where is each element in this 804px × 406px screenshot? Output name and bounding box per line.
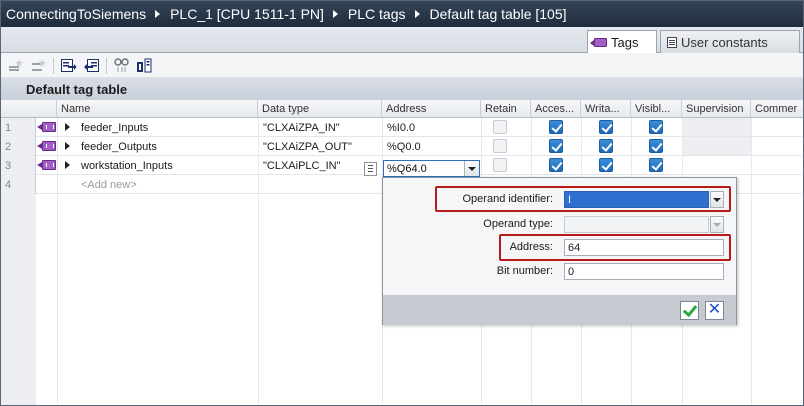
breadcrumb-plc-tags[interactable]: PLC tags [348, 6, 406, 22]
row-number: 1 [0, 118, 36, 137]
tabs-bar: Tags User constants [0, 27, 804, 54]
tag-icon [37, 122, 56, 132]
toolbar [0, 53, 804, 78]
export-icon[interactable] [60, 57, 77, 74]
bit-number-label: Bit number: [496, 265, 553, 277]
operand-type-label: Operand type: [483, 218, 553, 230]
column-header-supervision[interactable]: Supervision [682, 100, 751, 118]
toolbar-separator [106, 58, 107, 74]
tag-icon [590, 38, 607, 47]
table-row[interactable]: 1 feeder_Inputs "CLXAiZPA_IN" %I0.0 [0, 118, 804, 137]
bit-number-input[interactable]: 0 [564, 263, 724, 280]
address-edit-value: %Q64.0 [387, 162, 427, 175]
retain-checkbox[interactable] [493, 139, 507, 153]
row-number: 2 [0, 137, 36, 156]
accessible-checkbox[interactable] [549, 139, 563, 153]
import-icon[interactable] [83, 57, 100, 74]
insert-row-icon[interactable] [30, 57, 47, 74]
toolbar-separator [53, 58, 54, 74]
operand-type-select[interactable] [564, 216, 709, 233]
column-header-writable[interactable]: Writa... [581, 100, 631, 118]
writable-checkbox[interactable] [599, 158, 613, 172]
column-header-data-type[interactable]: Data type [258, 100, 382, 118]
tab-tags[interactable]: Tags [587, 30, 657, 54]
tag-icon [37, 141, 56, 151]
row-number: 4 [0, 175, 36, 194]
tag-icon [37, 160, 56, 170]
tag-table: Name Data type Address Retain Acces... W… [0, 100, 804, 406]
breadcrumb-tag-table: Default tag table [105] [429, 5, 567, 22]
table-row[interactable]: 2 feeder_Outputs "CLXAiZPA_OUT" %Q0.0 [0, 137, 804, 156]
visible-checkbox[interactable] [649, 158, 663, 172]
tag-name[interactable]: feeder_Inputs [77, 118, 148, 137]
user-constants-icon [667, 36, 677, 48]
highlight-operand-identifier [435, 186, 731, 212]
highlight-address [499, 234, 731, 261]
tag-data-type[interactable]: "CLXAiZPA_OUT" [259, 137, 352, 156]
column-header-retain[interactable]: Retain [481, 100, 531, 118]
accessible-checkbox[interactable] [549, 120, 563, 134]
expand-arrow-icon[interactable] [65, 142, 70, 150]
writable-checkbox[interactable] [599, 139, 613, 153]
tag-name[interactable]: feeder_Outputs [77, 137, 157, 156]
column-header-visible[interactable]: Visibl... [631, 100, 682, 118]
add-row-icon[interactable] [7, 57, 24, 74]
column-header-name[interactable]: Name [57, 100, 258, 118]
breadcrumb-project[interactable]: ConnectingToSiemens [6, 6, 146, 22]
row-number: 3 [0, 156, 36, 175]
monitor-icon[interactable] [113, 57, 130, 74]
breadcrumb-separator-icon [332, 9, 338, 18]
section-title: Default tag table [0, 78, 804, 100]
cancel-x-icon[interactable]: ✕ [705, 301, 724, 320]
data-type-list-icon[interactable] [364, 162, 377, 176]
breadcrumb-separator-icon [155, 9, 161, 18]
breadcrumb-plc[interactable]: PLC_1 [CPU 1511-1 PN] [170, 6, 324, 22]
tab-user-constants-label: User constants [681, 34, 768, 50]
expand-arrow-icon[interactable] [65, 123, 70, 131]
column-header-address[interactable]: Address [382, 100, 481, 118]
column-header-accessible[interactable]: Acces... [531, 100, 581, 118]
tag-name[interactable]: workstation_Inputs [77, 156, 173, 175]
column-header-corner [0, 100, 57, 118]
tab-user-constants[interactable]: User constants [660, 30, 800, 53]
visible-checkbox[interactable] [649, 120, 663, 134]
all-tags-icon[interactable] [136, 57, 153, 74]
chevron-down-icon[interactable] [464, 161, 479, 176]
tag-address[interactable]: %I0.0 [383, 118, 415, 137]
visible-checkbox[interactable] [649, 139, 663, 153]
chevron-down-icon[interactable] [710, 216, 724, 233]
breadcrumb: ConnectingToSiemens PLC_1 [CPU 1511-1 PN… [0, 0, 804, 27]
tag-address[interactable]: %Q0.0 [383, 137, 421, 156]
writable-checkbox[interactable] [599, 120, 613, 134]
confirm-check-icon[interactable] [680, 301, 699, 320]
tag-data-type[interactable]: "CLXAiPLC_IN" [259, 156, 341, 175]
retain-checkbox[interactable] [493, 158, 507, 172]
expand-arrow-icon[interactable] [65, 161, 70, 169]
accessible-checkbox[interactable] [549, 158, 563, 172]
add-new-placeholder[interactable]: <Add new> [77, 175, 137, 194]
breadcrumb-separator-icon [414, 9, 420, 18]
column-header-comment[interactable]: Commer [751, 100, 804, 118]
tag-data-type[interactable]: "CLXAiZPA_IN" [259, 118, 340, 137]
retain-checkbox[interactable] [493, 120, 507, 134]
tab-tags-label: Tags [611, 35, 639, 50]
